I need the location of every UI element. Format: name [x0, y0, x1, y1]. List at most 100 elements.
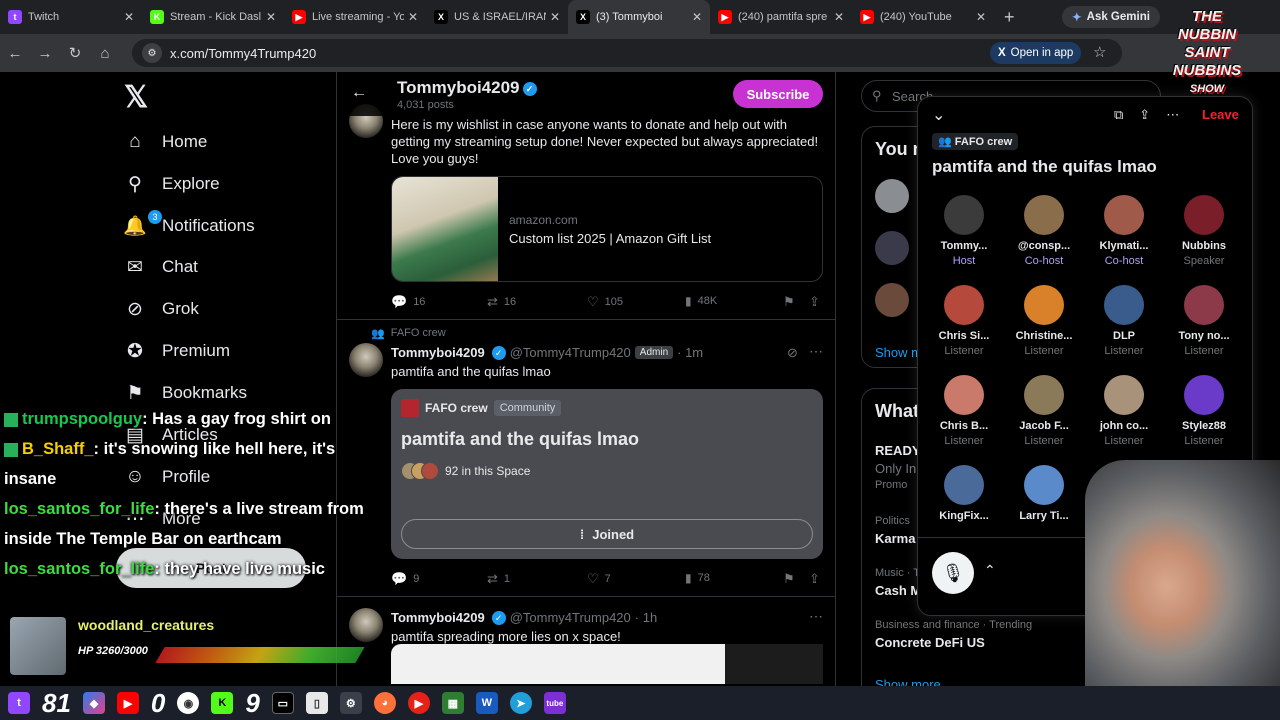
forward-icon[interactable]: → [30, 45, 60, 62]
joined-button[interactable]: ⁞ Joined [401, 519, 813, 549]
telegram-icon[interactable]: ➤ [509, 692, 532, 714]
nav-item-premium[interactable]: ✪ Premium [122, 331, 230, 371]
bookmark-star-icon[interactable]: ☆ [1093, 43, 1106, 61]
post-image-thumb[interactable] [725, 644, 823, 684]
space-participant[interactable]: KingFix... [924, 465, 1004, 522]
microphone-button[interactable]: 🎙 [932, 552, 974, 594]
space-participant[interactable]: @consp... Co-host [1004, 195, 1084, 267]
author-name[interactable]: Tommyboi4209 [391, 610, 485, 625]
space-participant[interactable]: Larry Ti... [1004, 465, 1084, 522]
post-time[interactable]: · 1m [677, 345, 703, 360]
collapse-chevron-icon[interactable]: ⌄ [932, 105, 945, 125]
trend-title[interactable]: Cash M [875, 583, 921, 598]
space-participant[interactable]: Tony no... Listener [1164, 285, 1244, 357]
browser-tab[interactable]: ▶ (240) YouTube ✕ [852, 0, 994, 34]
space-participant[interactable]: Chris B... Listener [924, 375, 1004, 447]
close-tab-icon[interactable]: ✕ [550, 10, 560, 24]
show-more-link[interactable]: Show m [875, 345, 922, 360]
space-participant[interactable]: Christine... Listener [1004, 285, 1084, 357]
chrome-icon[interactable]: ◉ [177, 692, 200, 714]
copilot-icon[interactable]: ◆ [82, 692, 105, 714]
close-tab-icon[interactable]: ✕ [124, 10, 134, 24]
rumble-icon[interactable]: tube [543, 692, 566, 714]
trend-title[interactable]: Concrete DeFi US [875, 635, 985, 650]
close-tab-icon[interactable]: ✕ [408, 10, 418, 24]
close-tab-icon[interactable]: ✕ [976, 10, 986, 24]
browser-tab[interactable]: X US & ISRAEL/IRAN ✕ [426, 0, 568, 34]
word-icon[interactable]: W [475, 692, 498, 714]
new-tab-button[interactable]: + [1004, 7, 1015, 28]
like-button[interactable]: ♡ 105 [587, 294, 623, 310]
twitch-icon[interactable]: t [8, 692, 30, 714]
post-lies[interactable]: Tommyboi4209 ✓ @Tommy4Trump420 · 1h ⋯ pa… [337, 598, 835, 690]
post-time[interactable]: · 1h [635, 610, 657, 625]
space-community-tag[interactable]: 👥 FAFO crew [932, 133, 1019, 150]
post-wishlist[interactable]: Here is my wishlist in case anyone wants… [337, 92, 835, 320]
trend-title[interactable]: Karma [875, 531, 915, 546]
close-tab-icon[interactable]: ✕ [266, 10, 276, 24]
address-bar[interactable]: ⚙ x.com/Tommy4Trump420 [132, 39, 1122, 67]
back-icon[interactable]: ← [0, 45, 30, 62]
nav-item-explore[interactable]: ⚲ Explore [122, 164, 220, 204]
leave-button[interactable]: Leave [1202, 107, 1239, 122]
views-button[interactable]: ▮ 48K [685, 294, 717, 308]
firefox-icon[interactable]: ◕ [373, 692, 396, 714]
author-handle[interactable]: @Tommy4Trump420 [510, 345, 631, 360]
share-button[interactable]: ⇪ [809, 294, 820, 310]
bookmark-button[interactable]: ⚑ [783, 294, 795, 310]
grok-icon[interactable]: ⊘ [787, 345, 798, 361]
expand-chevron-icon[interactable]: ⌃ [984, 562, 996, 579]
more-options-icon[interactable]: ⋯ [809, 343, 823, 360]
x-logo-icon[interactable]: 𝕏 [124, 80, 148, 115]
space-participant[interactable]: Tommy... Host [924, 195, 1004, 267]
post-image[interactable] [391, 644, 725, 684]
ask-gemini-button[interactable]: ✦ Ask Gemini [1062, 6, 1160, 28]
space-participant[interactable]: Jacob F... Listener [1004, 375, 1084, 447]
avatar[interactable] [875, 179, 909, 213]
space-participant[interactable]: Stylez88 Listener [1164, 375, 1244, 447]
more-options-icon[interactable]: ⋯ [809, 608, 823, 625]
nav-item-notifications[interactable]: 🔔 Notifications 3 [122, 206, 255, 246]
site-info-icon[interactable]: ⚙ [142, 43, 162, 63]
space-participant[interactable]: Nubbins Speaker [1164, 195, 1244, 267]
more-options-icon[interactable]: ⋯ [1166, 107, 1179, 123]
close-tab-icon[interactable]: ✕ [692, 10, 702, 24]
views-button[interactable]: ▮ 78 [685, 571, 710, 585]
popout-icon[interactable]: ⧉ [1114, 107, 1123, 123]
media-player-icon[interactable]: ▶ [407, 692, 430, 714]
like-button[interactable]: ♡ 7 [587, 571, 611, 587]
link-card[interactable]: amazon.com Custom list 2025 | Amazon Gif… [391, 176, 823, 282]
subscribe-button[interactable]: Subscribe [733, 80, 823, 108]
reply-button[interactable]: 💬 9 [391, 571, 419, 587]
post-space[interactable]: 👥 FAFO crew Tommyboi4209 ✓ @Tommy4Trump42… [337, 321, 835, 597]
bookmark-button[interactable]: ⚑ [783, 571, 795, 587]
file-icon[interactable]: ▯ [305, 692, 328, 714]
excel-icon[interactable]: ▦ [441, 692, 464, 714]
browser-tab[interactable]: ▶ Live streaming - Yo ✕ [284, 0, 426, 34]
trend-title[interactable]: READY [875, 443, 921, 458]
nav-item-grok[interactable]: ⊘ Grok [122, 289, 199, 329]
space-participant[interactable]: Klymati... Co-host [1084, 195, 1164, 267]
settings-icon[interactable]: ⚙ [339, 692, 362, 714]
repost-button[interactable]: ⇄ 1 [487, 571, 510, 587]
terminal-icon[interactable]: ▭ [271, 692, 294, 714]
kick-icon[interactable]: K [211, 692, 234, 714]
browser-tab[interactable]: X (3) Tommyboi ✕ [568, 0, 710, 34]
space-participant[interactable]: Chris Si... Listener [924, 285, 1004, 357]
nav-item-home[interactable]: ⌂ Home [122, 122, 207, 162]
space-participant[interactable]: DLP Listener [1084, 285, 1164, 357]
author-name[interactable]: Tommyboi4209 [391, 345, 485, 360]
browser-tab[interactable]: ▶ (240) pamtifa spre ✕ [710, 0, 852, 34]
space-participant[interactable]: john co... Listener [1084, 375, 1164, 447]
avatar[interactable] [875, 231, 909, 265]
reload-icon[interactable]: ↻ [60, 44, 90, 62]
repost-button[interactable]: ⇄ 16 [487, 294, 516, 310]
reply-button[interactable]: 💬 16 [391, 294, 425, 310]
avatar[interactable] [875, 283, 909, 317]
author-handle[interactable]: @Tommy4Trump420 [510, 610, 631, 625]
home-icon[interactable]: ⌂ [90, 45, 120, 62]
open-in-app-button[interactable]: X Open in app [990, 42, 1082, 64]
avatar[interactable] [349, 343, 383, 377]
community-context[interactable]: 👥 FAFO crew [371, 327, 446, 340]
back-arrow-icon[interactable]: ← [351, 84, 367, 102]
